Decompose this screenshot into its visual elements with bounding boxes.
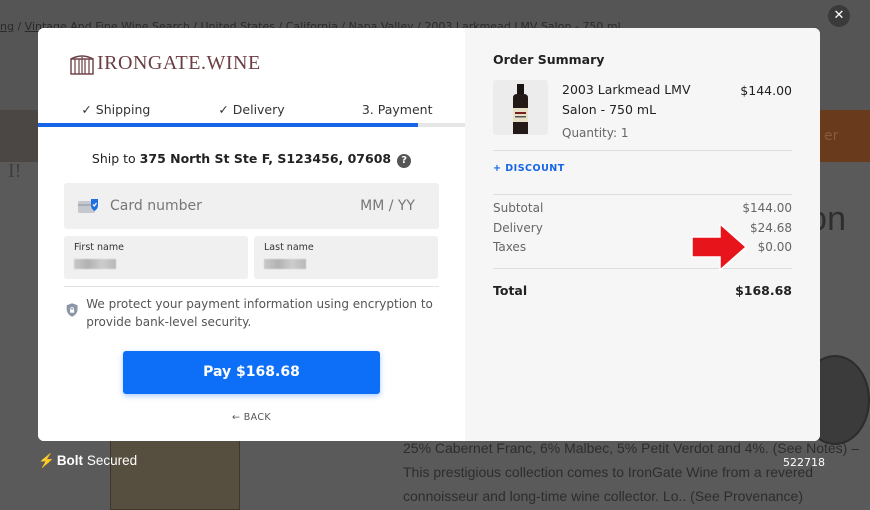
logo-text: IRONGATE.WINE bbox=[97, 52, 261, 74]
ship-to-line: Ship to 375 North St Ste F, S123456, 076… bbox=[38, 151, 465, 168]
last-name-value-redacted bbox=[264, 259, 306, 269]
divider bbox=[64, 286, 439, 287]
order-item: 2003 Larkmead LMV Salon - 750 mL Quantit… bbox=[493, 80, 792, 150]
background-order-button: er bbox=[820, 110, 870, 162]
first-name-label: First name bbox=[74, 242, 124, 253]
card-number-input[interactable]: Card number MM / YY bbox=[64, 183, 439, 229]
wine-bottle-image bbox=[493, 80, 548, 135]
order-summary-pane: Order Summary 2003 Larkmead LMV Salon - … bbox=[465, 28, 820, 441]
subtotal-label: Subtotal bbox=[493, 201, 544, 215]
subtotal-row: Subtotal $144.00 bbox=[493, 201, 792, 221]
order-summary-title: Order Summary bbox=[493, 52, 605, 67]
taxes-value: $0.00 bbox=[757, 240, 792, 254]
expiry-placeholder[interactable]: MM / YY bbox=[360, 198, 415, 214]
security-note: We protect your payment information usin… bbox=[66, 295, 436, 331]
bolt-secured-badge: ⚡ Bolt Secured bbox=[38, 453, 137, 469]
total-row: Total $168.68 bbox=[493, 283, 792, 298]
progress-fill bbox=[38, 123, 419, 127]
payment-pane: IRONGATE.WINE ✓ Shipping ✓ Delivery 3. P… bbox=[38, 28, 465, 441]
item-price: $144.00 bbox=[740, 83, 792, 98]
help-icon[interactable]: ? bbox=[397, 154, 412, 168]
first-name-field[interactable]: First name bbox=[64, 236, 248, 279]
background-bottle-image bbox=[110, 440, 240, 510]
step-delivery[interactable]: ✓ Delivery bbox=[184, 102, 320, 117]
shield-lock-icon bbox=[66, 303, 78, 317]
first-name-value-redacted bbox=[74, 259, 116, 269]
back-link[interactable]: ← BACK bbox=[38, 412, 465, 423]
subtotal-value: $144.00 bbox=[742, 201, 792, 215]
brand-logo: IRONGATE.WINE bbox=[69, 52, 261, 75]
total-value: $168.68 bbox=[735, 282, 792, 298]
last-name-field[interactable]: Last name bbox=[254, 236, 438, 279]
delivery-value: $24.68 bbox=[750, 220, 792, 235]
gate-icon bbox=[70, 54, 94, 75]
background-side-text: I! bbox=[8, 160, 22, 182]
pay-button[interactable]: Pay $168.68 bbox=[123, 351, 380, 394]
step-shipping[interactable]: ✓ Shipping bbox=[38, 102, 184, 117]
item-name: 2003 Larkmead LMV Salon - 750 mL bbox=[562, 82, 691, 117]
discount-link[interactable]: + DISCOUNT bbox=[493, 151, 792, 194]
red-arrow-icon bbox=[691, 222, 748, 272]
bolt-brand: Bolt bbox=[56, 453, 84, 468]
ship-to-prefix: Ship to bbox=[91, 151, 136, 166]
reference-code: 522718 bbox=[783, 456, 825, 469]
card-lock-icon bbox=[78, 198, 100, 214]
checkout-steps: ✓ Shipping ✓ Delivery 3. Payment bbox=[38, 102, 465, 117]
last-name-label: Last name bbox=[264, 242, 314, 253]
taxes-label: Taxes bbox=[493, 240, 527, 254]
card-number-placeholder: Card number bbox=[110, 198, 202, 214]
security-text: We protect your payment information usin… bbox=[86, 297, 433, 329]
delivery-label: Delivery bbox=[493, 220, 543, 235]
close-icon[interactable]: ✕ bbox=[828, 5, 850, 27]
ship-to-address: 375 North St Ste F, S123456, 07608 bbox=[139, 151, 392, 166]
background-description: 25% Cabernet Franc, 6% Malbec, 5% Petit … bbox=[403, 440, 860, 504]
step-payment: 3. Payment bbox=[361, 102, 433, 117]
item-details: 2003 Larkmead LMV Salon - 750 mL Quantit… bbox=[562, 80, 692, 150]
bolt-icon: ⚡ bbox=[38, 453, 55, 468]
bolt-text: Secured bbox=[83, 453, 138, 468]
item-quantity: Quantity: 1 bbox=[562, 126, 629, 140]
total-label: Total bbox=[493, 282, 528, 298]
progress-bar bbox=[38, 123, 465, 127]
breadcrumb-item: ng bbox=[0, 20, 14, 33]
